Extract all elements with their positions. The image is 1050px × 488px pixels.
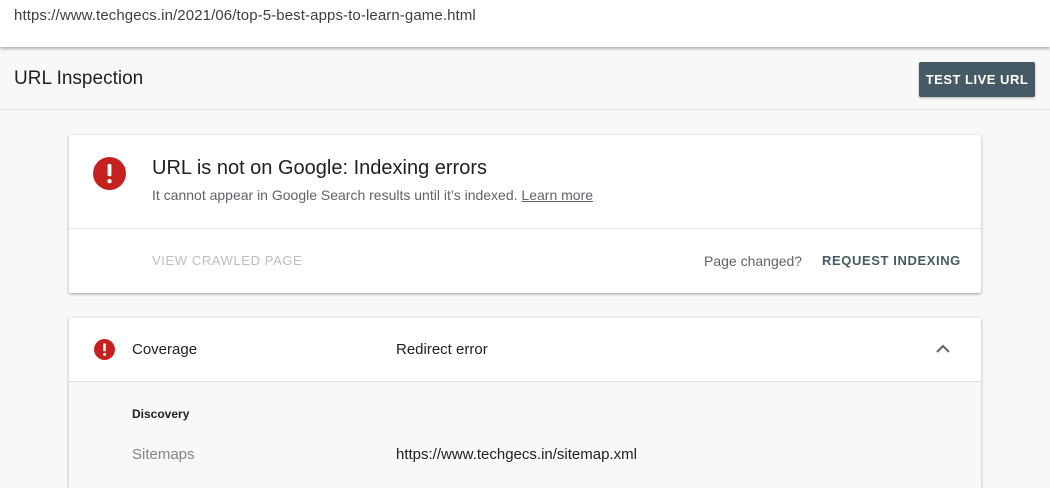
card-divider: [69, 228, 981, 229]
sitemaps-label: Sitemaps: [132, 446, 195, 463]
coverage-value: Redirect error: [396, 341, 488, 358]
coverage-label: Coverage: [132, 341, 198, 358]
test-live-url-button[interactable]: TEST LIVE URL: [919, 62, 1035, 97]
status-subtitle: It cannot appear in Google Search result…: [152, 187, 593, 203]
chevron-up-icon[interactable]: [935, 342, 951, 354]
coverage-details: Discovery Sitemaps https://www.techgecs.…: [69, 382, 981, 488]
request-indexing-button[interactable]: REQUEST INDEXING: [822, 253, 961, 268]
status-title: URL is not on Google: Indexing errors: [152, 157, 487, 179]
view-crawled-page-button[interactable]: VIEW CRAWLED PAGE: [152, 253, 302, 268]
status-subtitle-text: It cannot appear in Google Search result…: [152, 187, 518, 203]
index-status-card: URL is not on Google: Indexing errors It…: [69, 135, 981, 293]
learn-more-link[interactable]: Learn more: [521, 187, 593, 203]
discovery-section-title: Discovery: [132, 407, 190, 421]
error-icon: [94, 339, 115, 360]
page-title: URL Inspection: [14, 68, 144, 89]
coverage-header[interactable]: Coverage Redirect error: [69, 318, 981, 382]
inspected-url-text[interactable]: https://www.techgecs.in/2021/06/top-5-be…: [14, 7, 476, 24]
url-bar: https://www.techgecs.in/2021/06/top-5-be…: [0, 0, 1050, 47]
page-header: URL Inspection TEST LIVE URL: [0, 47, 1050, 110]
coverage-card: Coverage Redirect error Discovery Sitema…: [69, 318, 981, 488]
sitemaps-value[interactable]: https://www.techgecs.in/sitemap.xml: [396, 446, 637, 463]
page-changed-text: Page changed?: [704, 253, 803, 269]
error-icon: [93, 157, 126, 190]
